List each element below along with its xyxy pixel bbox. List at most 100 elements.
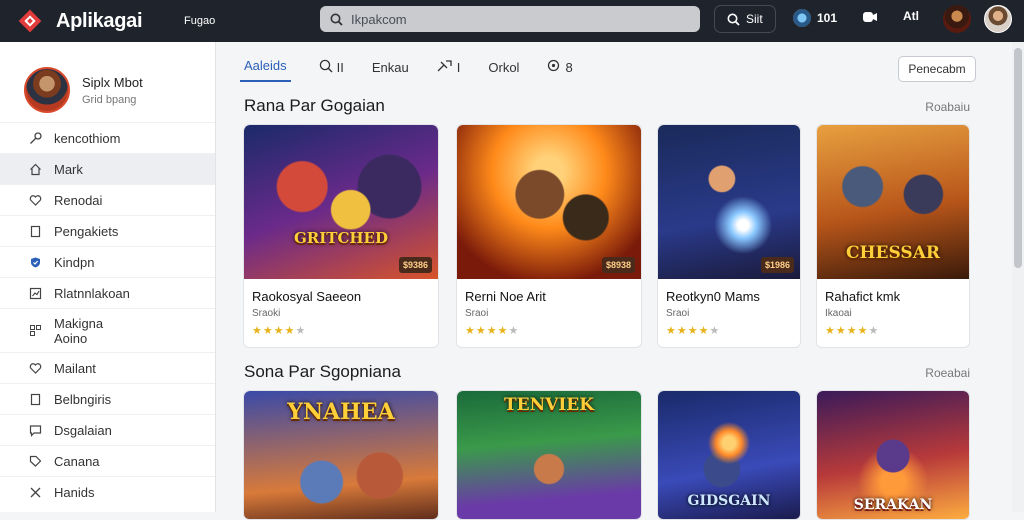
sidebar-item-canana[interactable]: Canana bbox=[0, 445, 215, 476]
sidebar-item-label: kencothiom bbox=[54, 130, 121, 146]
sidebar-item-label: Renodai bbox=[54, 192, 103, 208]
coins-counter[interactable]: 101 bbox=[793, 9, 837, 27]
chart-icon bbox=[28, 286, 42, 300]
game-card[interactable]: $8938 Rerni Noe Arit Sraoi ★★★★★ bbox=[456, 124, 642, 348]
sidebar-item-kencothiom[interactable]: kencothiom bbox=[0, 122, 215, 153]
user-avatar[interactable] bbox=[984, 5, 1012, 33]
cross-icon bbox=[28, 485, 42, 499]
tab-label: Orkol bbox=[488, 59, 520, 75]
game-thumbnail: GRITCHED $9386 bbox=[244, 125, 438, 279]
game-title: Rerni Noe Arit bbox=[465, 289, 546, 304]
key-icon bbox=[28, 131, 42, 145]
heart-icon bbox=[28, 193, 42, 207]
tab-search-2[interactable]: 8 bbox=[547, 56, 573, 78]
sidebar-item-label: Mailant bbox=[54, 360, 96, 376]
game-card[interactable]: SERAKAN bbox=[816, 390, 970, 520]
section-title: Rana Par Gogaian bbox=[244, 96, 385, 115]
top-bar: Aplikagai Fugao Siit 101 Atl bbox=[0, 0, 1024, 42]
profile-name: Siplx Mbot bbox=[82, 74, 143, 90]
sidebar-item-dsgalaian[interactable]: Dsgalaian bbox=[0, 414, 215, 445]
section-more-link[interactable]: Roabaiu bbox=[925, 100, 970, 114]
search-input[interactable] bbox=[351, 11, 681, 27]
app-logo[interactable]: Aplikagai bbox=[18, 9, 168, 33]
tab-label: I bbox=[456, 59, 461, 75]
app-title: Aplikagai bbox=[56, 9, 143, 32]
tab-label: Enkau bbox=[371, 59, 409, 75]
tab-label: 8 bbox=[565, 59, 573, 75]
search-button[interactable]: Siit bbox=[714, 5, 776, 33]
sidebar-item-kindpn[interactable]: Kindpn bbox=[0, 246, 215, 277]
game-card[interactable]: $1986 Reotkyn0 Mams Sraoi ★★★★★ bbox=[657, 124, 801, 348]
sidebar-item-label: Belbngiris bbox=[54, 391, 112, 407]
sidebar-item-rlatnnlakoan[interactable]: Rlatnnlakoan bbox=[0, 277, 215, 308]
counter-value: 101 bbox=[817, 11, 838, 25]
tag-icon bbox=[28, 454, 42, 468]
game-banner: TENVIEK bbox=[503, 395, 595, 415]
document-icon bbox=[28, 224, 42, 238]
extra-label: Atl bbox=[903, 9, 919, 23]
search-bar[interactable] bbox=[320, 6, 700, 32]
sidebar-item-hanids[interactable]: Hanids bbox=[0, 476, 215, 507]
game-banner: GRITCHED bbox=[293, 229, 388, 247]
tab-aaleids[interactable]: Aaleids bbox=[240, 56, 291, 82]
nav-link[interactable]: Fugao bbox=[184, 15, 314, 27]
price-badge: $8938 bbox=[601, 257, 635, 273]
game-thumbnail: GIDSGAIN bbox=[658, 391, 800, 519]
sidebar-item-label: Canana bbox=[54, 453, 100, 469]
section-more-link[interactable]: Roeabai bbox=[925, 366, 970, 380]
profile-card[interactable]: Siplx Mbot Grid bpang bbox=[0, 42, 215, 122]
sidebar-item-pengakiets[interactable]: Pengakiets bbox=[0, 215, 215, 246]
game-card[interactable]: GIDSGAIN bbox=[657, 390, 801, 520]
shield-icon bbox=[28, 255, 42, 269]
game-banner: SERAKAN bbox=[853, 497, 933, 513]
tab-enkau[interactable]: Enkau bbox=[372, 56, 409, 78]
document-icon bbox=[28, 392, 42, 406]
tab-tools[interactable]: I bbox=[437, 56, 461, 78]
notification-avatar[interactable] bbox=[943, 5, 971, 33]
chat-icon bbox=[28, 423, 42, 437]
game-banner: YNAHEA bbox=[287, 399, 395, 425]
sidebar-item-label: Mark bbox=[54, 161, 83, 177]
grid-icon bbox=[28, 324, 42, 338]
section-title: Sona Par Sgopniana bbox=[244, 362, 401, 381]
rating-stars: ★★★★★ bbox=[825, 325, 880, 337]
game-subtitle: Ikaoai bbox=[825, 308, 852, 319]
sidebar-item-makigna[interactable]: Makigna Aoino bbox=[0, 308, 215, 352]
extra-menu[interactable]: Atl bbox=[903, 9, 919, 23]
game-banner: GIDSGAIN bbox=[687, 493, 771, 509]
sidebar: Siplx Mbot Grid bpang kencothiom Mark Re… bbox=[0, 42, 216, 512]
game-thumbnail: SERAKAN bbox=[817, 391, 969, 519]
game-thumbnail: TENVIEK bbox=[457, 391, 641, 519]
tab-orkol[interactable]: Orkol bbox=[488, 56, 519, 78]
game-title: Reotkyn0 Mams bbox=[666, 289, 760, 304]
game-card[interactable]: YNAHEA bbox=[243, 390, 439, 520]
avatar bbox=[24, 67, 70, 113]
game-thumbnail: YNAHEA bbox=[244, 391, 438, 519]
game-card[interactable]: GRITCHED $9386 Raokosyal Saeeon Sraoki ★… bbox=[243, 124, 439, 348]
sidebar-item-belbngiris[interactable]: Belbngiris bbox=[0, 383, 215, 414]
game-subtitle: Sraoi bbox=[465, 308, 489, 319]
filter-button[interactable]: Penecabm bbox=[898, 56, 976, 82]
game-thumbnail: $1986 bbox=[658, 125, 800, 279]
rating-stars: ★★★★★ bbox=[465, 325, 520, 337]
profile-subtitle: Grid bpang bbox=[82, 93, 137, 106]
search-icon bbox=[319, 59, 333, 76]
game-thumbnail: $8938 bbox=[457, 125, 641, 279]
game-card[interactable]: CHESSAR Rahafict kmk Ikaoai ★★★★★ bbox=[816, 124, 970, 348]
sidebar-item-label: Kindpn bbox=[54, 254, 95, 270]
sidebar-item-label: Hanids bbox=[54, 484, 95, 500]
sidebar-item-mailant[interactable]: Mailant bbox=[0, 352, 215, 383]
scrollbar-thumb[interactable] bbox=[1014, 48, 1022, 268]
coin-icon bbox=[793, 9, 811, 27]
tab-search[interactable]: II bbox=[319, 56, 344, 78]
game-card[interactable]: TENVIEK bbox=[456, 390, 642, 520]
logo-icon bbox=[18, 9, 42, 33]
rating-stars: ★★★★★ bbox=[252, 325, 307, 337]
price-badge: $9386 bbox=[398, 257, 432, 273]
sidebar-item-label: Pengakiets bbox=[54, 223, 119, 239]
video-button[interactable] bbox=[862, 9, 878, 25]
sidebar-item-mark[interactable]: Mark bbox=[0, 153, 215, 184]
rating-stars: ★★★★★ bbox=[666, 325, 721, 337]
tab-bar: Aaleids II Enkau I Orkol 8 bbox=[240, 56, 601, 84]
sidebar-item-renodai[interactable]: Renodai bbox=[0, 184, 215, 215]
